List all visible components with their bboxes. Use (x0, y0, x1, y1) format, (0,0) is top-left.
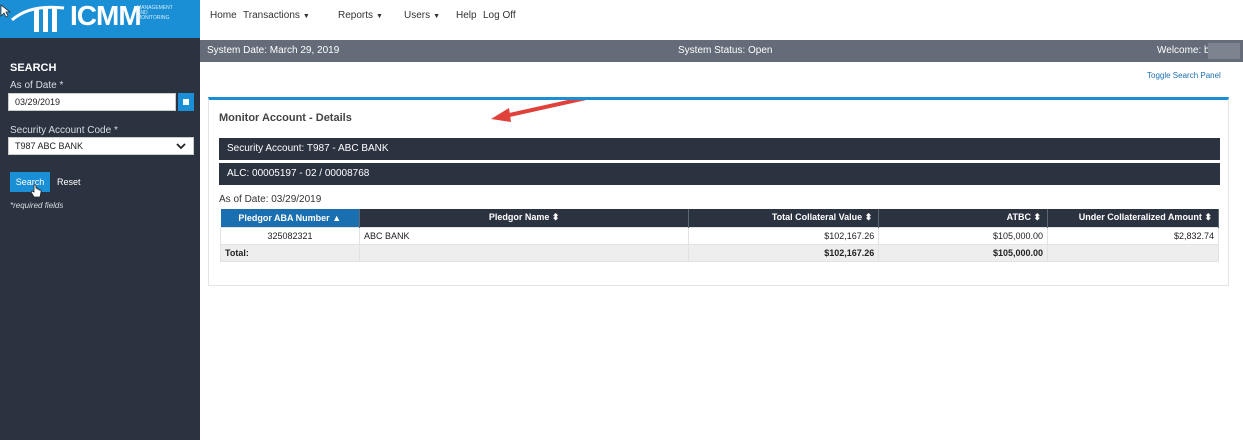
header-label: ATBC (1006, 212, 1031, 223)
total-atbc: $105,000.00 (878, 243, 1049, 262)
table-row: 325082321 ABC BANK $102,167.26 $105,000.… (220, 226, 1219, 245)
toggle-search-panel-link[interactable]: Toggle Search Panel (1147, 71, 1221, 80)
nav-home[interactable]: Home (210, 10, 237, 21)
table-total-row: Total: $102,167.26 $105,000.00 (220, 243, 1219, 262)
search-panel-title: SEARCH (10, 62, 57, 74)
system-date: System Date: March 29, 2019 (207, 45, 340, 56)
table-header-row: Pledgor ABA Number ▲ Pledgor Name ⬍ Tota… (220, 209, 1219, 227)
header-label: Pledgor ABA Number (238, 212, 330, 223)
annotation-arrow-icon (491, 100, 587, 122)
header-label: Pledgor Name (488, 212, 550, 223)
alc-bar: ALC: 00005197 - 02 / 00008768 (219, 163, 1220, 185)
security-account-value: T987 ABC BANK (15, 141, 84, 151)
sort-icon: ⬍ (551, 212, 560, 223)
cell-under-collateralized: $2,832.74 (1047, 226, 1219, 245)
status-bar: System Date: March 29, 2019 System Statu… (200, 40, 1243, 62)
col-pledgor-aba-number[interactable]: Pledgor ABA Number ▲ (220, 209, 360, 227)
required-fields-note: *required fields (10, 201, 64, 210)
col-atbc[interactable]: ATBC ⬍ (878, 209, 1049, 227)
monitor-account-panel: Monitor Account - Details Security Accou… (208, 97, 1229, 286)
reset-link[interactable]: Reset (57, 177, 81, 187)
pledgor-table: Pledgor ABA Number ▲ Pledgor Name ⬍ Tota… (220, 209, 1219, 262)
redacted-username (1208, 43, 1240, 59)
sort-icon: ⬍ (1033, 212, 1042, 223)
header-label: Total Collateral Value (771, 212, 863, 223)
sort-asc-icon: ▲ (332, 212, 342, 223)
calendar-button[interactable] (178, 93, 194, 111)
top-navigation: Home Transactions ▼ Reports ▼ Users ▼ Help … (200, 0, 1243, 38)
cell-pledgor-name: ABC BANK (358, 226, 690, 245)
sort-icon: ⬍ (1204, 212, 1212, 223)
col-pledgor-name[interactable]: Pledgor Name ⬍ (359, 209, 690, 227)
nav-reports[interactable]: Reports ▼ (338, 10, 383, 21)
cell-aba-number: 325082321 (220, 226, 360, 245)
header-label: Under Collateralized Amount (1078, 212, 1202, 223)
security-account-select[interactable]: T987 ABC BANK (8, 137, 194, 155)
logo-text: ICMM (70, 0, 142, 31)
security-account-code-label: Security Account Code * (10, 125, 118, 136)
calendar-icon (183, 99, 189, 105)
nav-transactions[interactable]: Transactions ▼ (243, 10, 310, 21)
total-collateral-value: $102,167.26 (688, 243, 880, 262)
caret-down-icon: ▼ (302, 13, 310, 20)
nav-home-label: Home (210, 10, 237, 21)
panel-title: Monitor Account - Details (219, 112, 352, 124)
col-under-collateralized-amount[interactable]: Under Collateralized Amount ⬍ (1047, 209, 1219, 227)
total-label: Total: (220, 243, 360, 262)
sort-icon: ⬍ (864, 212, 873, 223)
welcome-text: Welcome: b (1157, 45, 1210, 56)
security-account-bar: Security Account: T987 - ABC BANK (219, 138, 1220, 160)
as-of-date-label: As of Date * (10, 80, 64, 91)
nav-help-label: Help (456, 10, 477, 21)
cell-atbc: $105,000.00 (878, 226, 1049, 245)
nav-users-label: Users (404, 10, 431, 21)
as-of-date-text: As of Date: 03/29/2019 (219, 194, 322, 205)
hand-pointer-icon (30, 184, 42, 198)
nav-reports-label: Reports (338, 10, 374, 21)
logo-wave-icon (11, 5, 65, 32)
cell-total-collateral: $102,167.26 (688, 226, 880, 245)
nav-help[interactable]: Help (456, 10, 477, 21)
col-total-collateral-value[interactable]: Total Collateral Value ⬍ (688, 209, 880, 227)
system-status: System Status: Open (678, 45, 773, 56)
sidebar: ICMM MANAGEMENT AND MONITORING SEARCH As… (0, 0, 200, 440)
nav-log-off[interactable]: Log Off (483, 10, 516, 21)
logo[interactable]: ICMM MANAGEMENT AND MONITORING (0, 0, 200, 38)
nav-transactions-label: Transactions (243, 10, 300, 21)
chevron-down-icon (176, 143, 186, 150)
total-empty-cell (358, 243, 690, 262)
logo-subtitle: MANAGEMENT AND MONITORING (137, 5, 173, 21)
caret-down-icon: ▼ (433, 13, 441, 20)
caret-down-icon: ▼ (376, 13, 383, 20)
nav-log-off-label: Log Off (483, 10, 516, 21)
nav-users[interactable]: Users ▼ (404, 10, 440, 21)
total-under-collateralized (1047, 243, 1219, 262)
as-of-date-input[interactable]: 03/29/2019 (8, 93, 176, 111)
